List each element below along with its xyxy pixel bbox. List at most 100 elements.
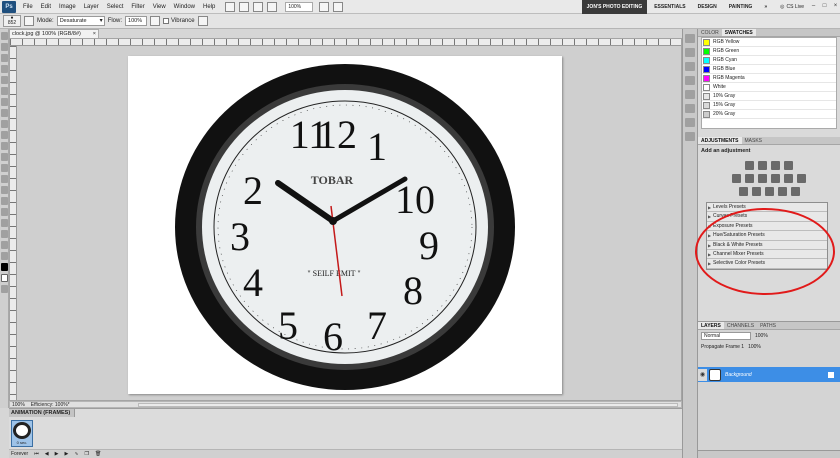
swatch-item[interactable]: RGB Blue xyxy=(702,65,836,74)
brush-panel-icon[interactable] xyxy=(685,104,695,113)
menu-window[interactable]: Window xyxy=(170,0,199,14)
levels-icon[interactable] xyxy=(758,161,767,170)
quick-mask-icon[interactable] xyxy=(1,285,8,293)
preset-levels[interactable]: Levels Presets xyxy=(707,203,827,213)
swatch-item[interactable]: 20% Gray xyxy=(702,110,836,119)
threshold-icon[interactable] xyxy=(764,187,774,196)
preset-hue-saturation[interactable]: Hue/Saturation Presets xyxy=(707,231,827,241)
workspace-jons-photo-editing[interactable]: JON'S PHOTO EDITING xyxy=(581,0,648,14)
airbrush-icon[interactable] xyxy=(150,16,161,26)
lasso-tool-icon[interactable] xyxy=(1,54,8,62)
preset-black-white[interactable]: Black & White Presets xyxy=(707,241,827,250)
move-tool-icon[interactable] xyxy=(1,32,8,40)
color-balance-icon[interactable] xyxy=(758,174,767,183)
workspace-essentials[interactable]: ESSENTIALS xyxy=(649,0,690,14)
maximize-button[interactable]: □ xyxy=(820,2,829,11)
vertical-ruler[interactable] xyxy=(10,46,17,400)
hand-tool-icon[interactable] xyxy=(253,1,264,12)
vibrance-checkbox[interactable]: Vibrance xyxy=(163,18,195,24)
preset-selective-color[interactable]: Selective Color Presets xyxy=(707,259,827,269)
healing-tool-icon[interactable] xyxy=(1,98,8,106)
document-tab[interactable]: clock.jpg @ 100% (RGB/8#) × xyxy=(9,29,99,38)
duplicate-frame-icon[interactable]: ❐ xyxy=(85,451,89,457)
menu-filter[interactable]: Filter xyxy=(127,0,148,14)
history-brush-tool-icon[interactable] xyxy=(1,131,8,139)
tab-color[interactable]: COLOR xyxy=(698,29,722,36)
preset-curves[interactable]: Curves Presets xyxy=(707,212,827,222)
tool-preset-picker[interactable]: ● 852 xyxy=(3,15,21,27)
zoom-status[interactable]: 100% xyxy=(12,402,25,408)
menu-help[interactable]: Help xyxy=(199,0,219,14)
blend-mode-select[interactable]: Normal xyxy=(701,332,751,340)
brush-panel-icon[interactable] xyxy=(24,16,34,26)
horizontal-scrollbar[interactable] xyxy=(138,403,678,407)
exposure-icon[interactable] xyxy=(784,161,793,170)
pen-tool-icon[interactable] xyxy=(1,186,8,194)
preset-channel-mixer[interactable]: Channel Mixer Presets xyxy=(707,250,827,260)
preset-exposure[interactable]: Exposure Presets xyxy=(707,222,827,232)
tablet-pressure-icon[interactable] xyxy=(197,16,208,26)
vibrance-checkbox-box[interactable] xyxy=(163,18,170,24)
screen-mode-icon[interactable] xyxy=(333,1,344,12)
delete-frame-icon[interactable]: 🗑 xyxy=(95,451,101,457)
mode-select[interactable]: Desaturate xyxy=(56,16,105,26)
selective-color-icon[interactable] xyxy=(790,187,800,196)
play-icon[interactable]: ▶ xyxy=(55,451,59,457)
swatch-item[interactable]: RGB Green xyxy=(702,47,836,56)
first-frame-icon[interactable]: ⏮ xyxy=(34,451,39,457)
photo-filter-icon[interactable] xyxy=(784,174,793,183)
flow-input[interactable]: 100% xyxy=(125,16,148,26)
foreground-color-swatch[interactable] xyxy=(1,263,8,271)
fill-value[interactable]: 100% xyxy=(748,344,761,350)
gradient-tool-icon[interactable] xyxy=(1,153,8,161)
shape-tool-icon[interactable] xyxy=(1,219,8,227)
horizontal-ruler[interactable] xyxy=(10,39,681,46)
swatch-item[interactable]: 15% Gray xyxy=(702,101,836,110)
histogram-panel-icon[interactable] xyxy=(685,90,695,99)
blur-tool-icon[interactable] xyxy=(1,164,8,172)
menu-file[interactable]: File xyxy=(19,0,37,14)
workspace-design[interactable]: DESIGN xyxy=(693,0,722,14)
crop-tool-icon[interactable] xyxy=(1,76,8,84)
tab-layers[interactable]: LAYERS xyxy=(698,322,724,329)
tab-adjustments[interactable]: ADJUSTMENTS xyxy=(698,137,742,144)
vibrance-icon[interactable] xyxy=(732,174,741,183)
zoom-tool-icon[interactable] xyxy=(1,252,8,260)
background-color-swatch[interactable] xyxy=(1,274,8,282)
hand-tool-icon[interactable] xyxy=(1,241,8,249)
marquee-tool-icon[interactable] xyxy=(1,43,8,51)
black-white-icon[interactable] xyxy=(771,174,780,183)
opacity-value[interactable]: 100% xyxy=(755,333,768,339)
eyedropper-tool-icon[interactable] xyxy=(1,87,8,95)
workspace-more-button[interactable]: » xyxy=(759,0,772,14)
efficiency-status[interactable]: Efficiency: 100%* xyxy=(31,402,70,408)
close-window-button[interactable]: × xyxy=(831,2,840,11)
actions-panel-icon[interactable] xyxy=(685,48,695,57)
swatch-item[interactable]: RGB Magenta xyxy=(702,74,836,83)
minimize-button[interactable]: – xyxy=(809,2,818,11)
mini-bridge-icon[interactable] xyxy=(239,1,250,12)
propagate-frame-label[interactable]: Propagate Frame 1 xyxy=(701,344,744,350)
brightness-contrast-icon[interactable] xyxy=(745,161,754,170)
frame-delay[interactable]: 0 sec. xyxy=(12,440,32,445)
close-document-icon[interactable]: × xyxy=(93,30,96,38)
gradient-map-icon[interactable] xyxy=(777,187,787,196)
menu-layer[interactable]: Layer xyxy=(80,0,103,14)
path-select-tool-icon[interactable] xyxy=(1,208,8,216)
menu-image[interactable]: Image xyxy=(55,0,80,14)
tab-paths[interactable]: PATHS xyxy=(757,322,779,329)
eraser-tool-icon[interactable] xyxy=(1,142,8,150)
prev-frame-icon[interactable]: ◀ xyxy=(45,451,49,457)
tab-channels[interactable]: CHANNELS xyxy=(724,322,757,329)
workspace-painting[interactable]: PAINTING xyxy=(724,0,758,14)
menu-select[interactable]: Select xyxy=(103,0,128,14)
3d-tool-icon[interactable] xyxy=(1,230,8,238)
zoom-tool-icon[interactable] xyxy=(267,1,278,12)
swatch-item[interactable]: 10% Gray xyxy=(702,92,836,101)
navigator-panel-icon[interactable] xyxy=(685,76,695,85)
dodge-tool-icon[interactable] xyxy=(1,175,8,183)
bridge-icon[interactable] xyxy=(225,1,236,12)
swatch-item[interactable]: White xyxy=(702,83,836,92)
clone-stamp-tool-icon[interactable] xyxy=(1,120,8,128)
tab-swatches[interactable]: SWATCHES xyxy=(721,29,756,36)
